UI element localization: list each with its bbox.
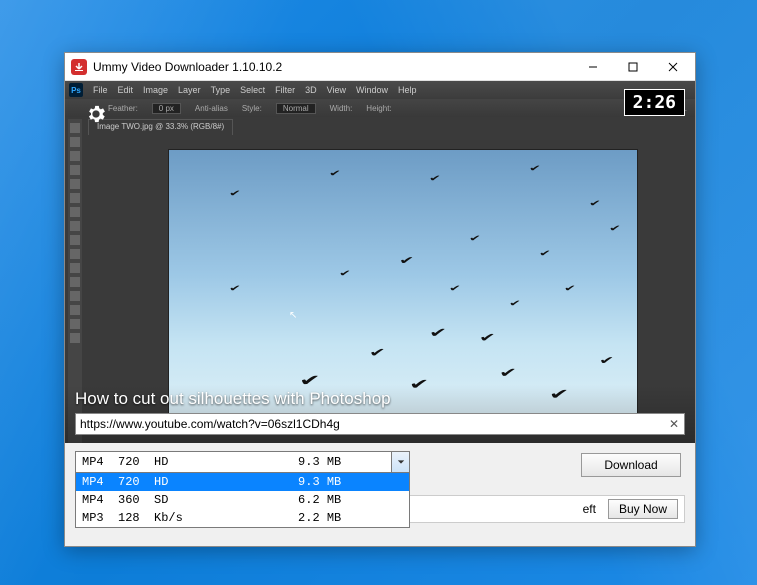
photoshop-options-bar: Feather: 0 px Anti-alias Style: Normal W… [65,99,695,117]
video-preview: Ps File Edit Image Layer Type Select Fil… [65,81,695,443]
maximize-button[interactable] [613,53,653,81]
download-button[interactable]: Download [581,453,681,477]
close-button[interactable] [653,53,693,81]
format-option[interactable]: MP3 128 Kb/s 2.2 MB [76,509,409,527]
video-timestamp: 2:26 [624,89,685,116]
format-dropdown: MP4 720 HD 9.3 MB MP4 360 SD 6.2 MB MP3 … [75,472,410,528]
url-input-wrap: ✕ [75,413,685,435]
photoshop-menubar: Ps File Edit Image Layer Type Select Fil… [65,81,695,99]
format-selected: MP4 720 HD 9.3 MB [76,455,391,469]
buy-now-button[interactable]: Buy Now [608,499,678,519]
format-option[interactable]: MP4 720 HD 9.3 MB [76,473,409,491]
settings-gear-icon[interactable] [85,103,107,130]
app-icon [71,59,87,75]
format-combo[interactable]: MP4 720 HD 9.3 MB [75,451,410,473]
photoshop-logo-icon: Ps [69,83,83,97]
clear-url-icon[interactable]: ✕ [664,417,684,431]
window-title: Ummy Video Downloader 1.10.10.2 [93,60,573,74]
minimize-button[interactable] [573,53,613,81]
app-window: Ummy Video Downloader 1.10.10.2 Ps File … [64,52,696,547]
titlebar[interactable]: Ummy Video Downloader 1.10.10.2 [65,53,695,81]
video-title: How to cut out silhouettes with Photosho… [75,389,685,409]
download-panel: MP4 720 HD 9.3 MB MP4 720 HD 9.3 MB MP4 … [65,443,695,546]
chevron-down-icon[interactable] [391,452,409,472]
photoshop-document-tab: Image TWO.jpg @ 33.3% (RGB/8#) [88,119,233,135]
format-option[interactable]: MP4 360 SD 6.2 MB [76,491,409,509]
trial-text: eft [583,502,596,516]
cursor-icon: ↖ [289,310,297,321]
url-input[interactable] [76,417,664,431]
